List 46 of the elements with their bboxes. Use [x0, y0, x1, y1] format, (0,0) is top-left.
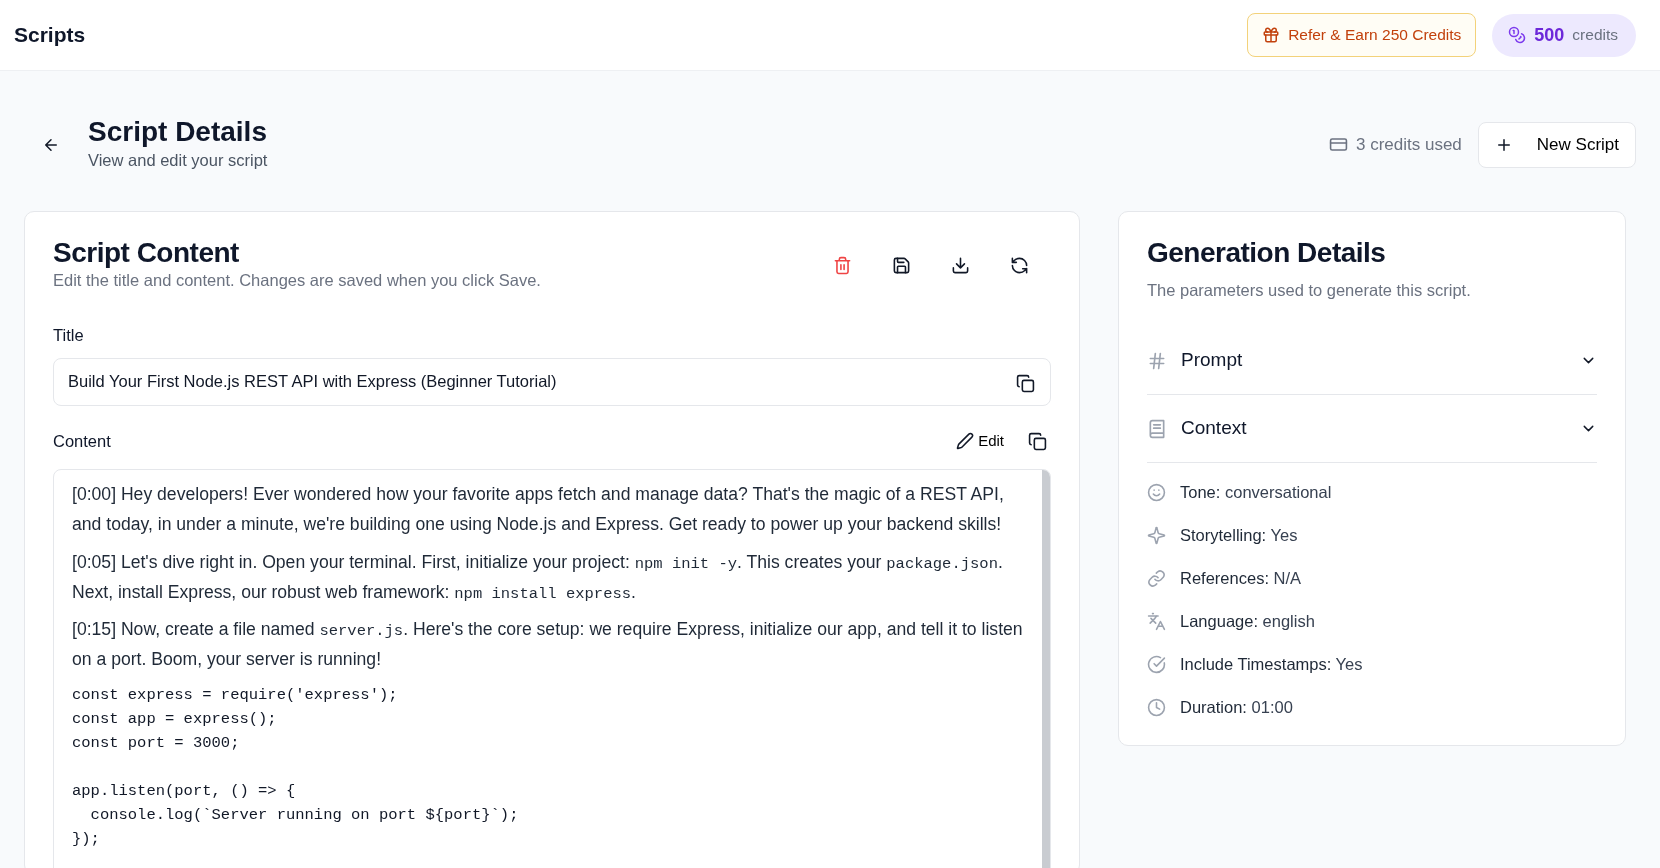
accordion-header[interactable]: Prompt	[1147, 327, 1597, 396]
content-label: Content	[53, 430, 111, 452]
gift-icon	[1262, 26, 1281, 44]
script-paragraph: [0:15] Now, create a file named server.js. Here's the core setup: we require Express, initialize our app, and tell it to listen on a port. Boom, your server is running!	[72, 618, 1024, 672]
detail-text: Duration: 01:00	[1180, 697, 1293, 719]
credits-amount: 500	[1534, 23, 1565, 47]
pencil-icon	[956, 432, 975, 451]
check-circle-icon	[1147, 655, 1166, 675]
refer-button[interactable]: Refer & Earn 250 Credits	[1247, 13, 1477, 57]
credits-label: credits	[1572, 25, 1618, 46]
document-icon	[1147, 418, 1167, 439]
detail-text: References: N/A	[1180, 568, 1302, 590]
copy-icon	[1028, 431, 1047, 451]
card-title: Generation Details	[1147, 237, 1387, 269]
card-title: Script Content	[53, 237, 240, 269]
accordion-header[interactable]: Context	[1147, 395, 1597, 464]
title-label: Title	[53, 325, 85, 347]
script-paragraph: [0:00] Hey developers! Ever wondered how your favorite apps fetch and manage data? That's the magic of a REST API, and today, in under a minute, we're building one using Node.js and Express. Get ready to power up your backend skills!	[72, 482, 1005, 536]
page-title: Scripts	[14, 22, 86, 49]
save-icon	[892, 255, 911, 275]
page-subtitle: View and edit your script	[88, 149, 268, 171]
refresh-icon	[1010, 255, 1029, 275]
copy-icon	[1016, 373, 1035, 393]
detail-text: Tone: conversational	[1180, 482, 1332, 504]
detail-text: Include Timestamps: Yes	[1180, 654, 1363, 676]
clock-icon	[1147, 698, 1166, 718]
trash-icon	[833, 255, 852, 275]
new-script-button[interactable]: New Script	[1477, 122, 1636, 168]
credits-used-text: 3 credits used	[1355, 134, 1462, 156]
page-heading: Script Details	[88, 117, 268, 148]
hash-icon	[1147, 350, 1167, 371]
card-subtitle: Edit the title and content. Changes are saved when you click Save.	[53, 270, 541, 292]
detail-text: Storytelling: Yes	[1180, 525, 1298, 547]
coins-icon	[1508, 26, 1527, 44]
code-text: const express = require('express'); const app = express(); const port = 3000; app.listen(port, () => { console.log(`Server running on port ${port}`); });	[72, 685, 520, 851]
sparkles-icon	[1147, 526, 1166, 546]
title-field[interactable]: Build Your First Node.js REST API with Express (Beginner Tutorial)	[53, 357, 1051, 406]
edit-button[interactable]: Edit	[952, 428, 1008, 455]
translate-icon	[1147, 612, 1166, 632]
link-icon	[1147, 569, 1166, 589]
script-paragraph: [0:05] Let's dive right in. Open your terminal. First, initialize your project: npm init -y. This creates your package.json. Next, install Express, our robust web framework: npm install express.	[72, 550, 1004, 605]
detail-text: Language: english	[1180, 611, 1315, 633]
card-subtitle: The parameters used to generate this script.	[1147, 280, 1472, 302]
download-icon	[951, 255, 970, 275]
scrollbar[interactable]	[1042, 469, 1050, 868]
smiley-icon	[1147, 483, 1166, 503]
